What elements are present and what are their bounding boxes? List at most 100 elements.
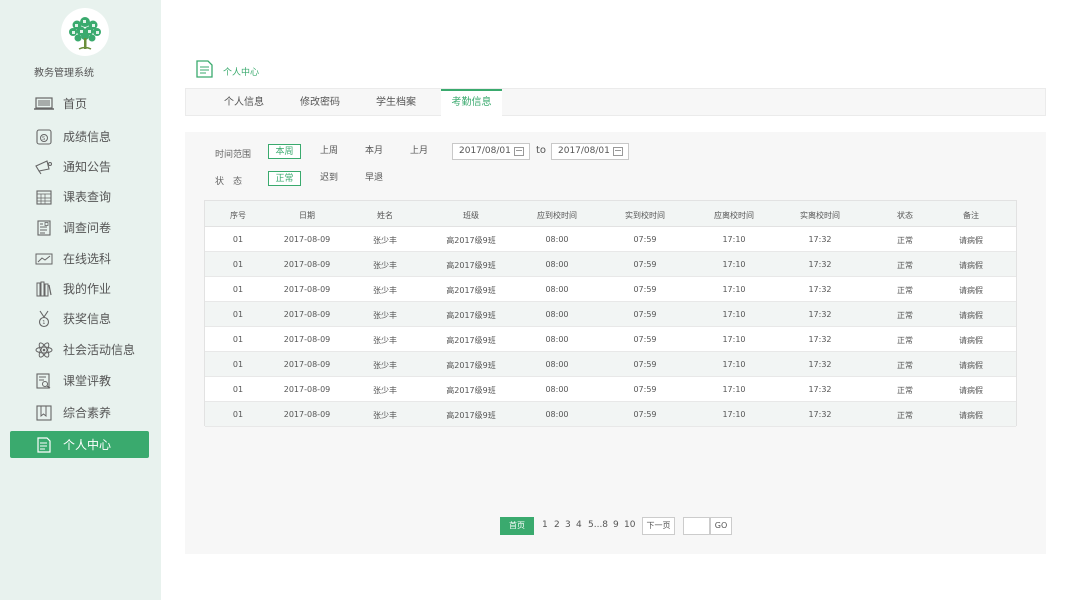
- tab-bar: 个人信息 修改密码 学生档案 考勤信息: [185, 88, 1046, 116]
- sidebar-item-timetable[interactable]: 课表查询: [10, 183, 149, 210]
- table-cell: 张少丰: [373, 286, 397, 295]
- calendar-icon[interactable]: [613, 147, 623, 156]
- time-option-this-week[interactable]: 本周: [268, 144, 301, 159]
- sidebar-item-home[interactable]: 首页: [10, 90, 149, 117]
- table-cell: 请病假: [959, 261, 983, 270]
- table-cell: 请病假: [959, 236, 983, 245]
- table-cell: 08:00: [545, 385, 569, 394]
- attendance-table: 序号 日期 姓名 班级 应到校时间 实到校时间 应离校时间 实离校时间 状态 备注 01 2017-…: [204, 200, 1017, 427]
- table-cell: 17:32: [808, 360, 832, 369]
- sidebar-item-label: 个人中心: [63, 438, 112, 452]
- sidebar-item-teaching-evaluation[interactable]: 课堂评教: [10, 367, 149, 394]
- table-cell: 08:00: [545, 260, 569, 269]
- table-row: 01 2017-08-09 张少丰 高2017级9班 08:00 07:59 17:10 17…: [205, 227, 1016, 252]
- table-cell: 01: [232, 235, 244, 244]
- table-cell: 01: [232, 310, 244, 319]
- table-cell: 高2017级9班: [446, 361, 496, 370]
- atom-icon: [34, 340, 54, 360]
- pagination-page[interactable]: 2: [554, 520, 560, 530]
- status-option-late[interactable]: 迟到: [315, 171, 343, 186]
- column-header: 序号: [230, 211, 246, 220]
- table-row: 01 2017-08-09 张少丰 高2017级9班 08:00 07:59 17:10 17…: [205, 402, 1016, 427]
- table-cell: 07:59: [633, 385, 657, 394]
- sidebar-item-notices[interactable]: 通知公告: [10, 153, 149, 180]
- pagination-first-button[interactable]: 首页: [500, 517, 534, 535]
- page-jump-input[interactable]: [683, 517, 710, 535]
- sidebar-item-comprehensive-quality[interactable]: 综合素养: [10, 399, 149, 426]
- table-cell: 2017-08-09: [283, 335, 331, 344]
- table-cell: 07:59: [633, 260, 657, 269]
- time-option-last-week[interactable]: 上周: [315, 144, 343, 159]
- table-cell: 请病假: [959, 336, 983, 345]
- sidebar-item-label: 综合素养: [63, 406, 112, 420]
- table-cell: 请病假: [959, 311, 983, 320]
- table-cell: 07:59: [633, 410, 657, 419]
- pagination-next-button[interactable]: 下一页: [642, 517, 675, 535]
- pagination-page[interactable]: 4: [576, 520, 582, 530]
- column-header: 实到校时间: [625, 211, 665, 220]
- svg-text:1: 1: [42, 320, 45, 326]
- sidebar-item-social-activities[interactable]: 社会活动信息: [10, 336, 149, 363]
- status-option-normal[interactable]: 正常: [268, 171, 301, 186]
- calendar-icon[interactable]: [514, 147, 524, 156]
- table-cell: 17:10: [722, 335, 746, 344]
- table-cell: 正常: [897, 236, 913, 245]
- table-cell: 2017-08-09: [283, 360, 331, 369]
- pagination-page[interactable]: 1: [542, 520, 548, 530]
- sidebar-item-survey[interactable]: 调查问卷: [10, 214, 149, 241]
- pagination-page[interactable]: 10: [624, 520, 635, 530]
- table-row: 01 2017-08-09 张少丰 高2017级9班 08:00 07:59 17:10 17…: [205, 377, 1016, 402]
- tab-student-archive[interactable]: 学生档案: [368, 89, 424, 116]
- table-cell: 2017-08-09: [283, 260, 331, 269]
- table-cell: 张少丰: [373, 261, 397, 270]
- table-row: 01 2017-08-09 张少丰 高2017级9班 08:00 07:59 17:10 17…: [205, 352, 1016, 377]
- table-cell: 张少丰: [373, 411, 397, 420]
- table-cell: 正常: [897, 411, 913, 420]
- table-cell: 17:32: [808, 260, 832, 269]
- tab-attendance[interactable]: 考勤信息: [441, 89, 502, 116]
- table-row: 01 2017-08-09 张少丰 高2017级9班 08:00 07:59 17:10 17…: [205, 327, 1016, 352]
- pagination-page[interactable]: 3: [565, 520, 571, 530]
- sidebar-item-course-selection[interactable]: 在线选科: [10, 245, 149, 272]
- table-cell: 17:10: [722, 385, 746, 394]
- column-header: 应离校时间: [714, 211, 754, 220]
- score-icon: S: [34, 127, 54, 147]
- tab-personal-info[interactable]: 个人信息: [216, 89, 272, 116]
- breadcrumb-label: 个人中心: [223, 67, 260, 78]
- sidebar-item-awards[interactable]: 1 获奖信息: [10, 305, 149, 332]
- table-cell: 07:59: [633, 335, 657, 344]
- pagination-page[interactable]: 9: [613, 520, 619, 530]
- page-jump-go-button[interactable]: GO: [710, 517, 732, 535]
- table-cell: 2017-08-09: [283, 385, 331, 394]
- pagination-page[interactable]: 5...8: [588, 520, 608, 530]
- date-from-value: 2017/08/01: [459, 146, 511, 156]
- sidebar-item-label: 首页: [63, 97, 88, 111]
- sidebar-item-label: 社会活动信息: [63, 343, 136, 357]
- column-header: 备注: [963, 211, 979, 220]
- table-cell: 17:32: [808, 385, 832, 394]
- table-cell: 2017-08-09: [283, 285, 331, 294]
- table-cell: 请病假: [959, 361, 983, 370]
- status-option-early-leave[interactable]: 早退: [360, 171, 388, 186]
- books-icon: [34, 279, 54, 299]
- table-cell: 正常: [897, 361, 913, 370]
- status-label: 状 态: [215, 177, 243, 187]
- table-cell: 请病假: [959, 286, 983, 295]
- calendar-icon: [34, 187, 54, 207]
- table-cell: 高2017级9班: [446, 386, 496, 395]
- date-to-field[interactable]: 2017/08/01: [551, 143, 629, 160]
- table-row: 01 2017-08-09 张少丰 高2017级9班 08:00 07:59 17:10 17…: [205, 252, 1016, 277]
- column-header: 班级: [463, 211, 479, 220]
- table-cell: 高2017级9班: [446, 411, 496, 420]
- table-cell: 正常: [897, 336, 913, 345]
- table-cell: 08:00: [545, 410, 569, 419]
- date-from-field[interactable]: 2017/08/01: [452, 143, 530, 160]
- table-cell: 17:32: [808, 235, 832, 244]
- column-header: 状态: [897, 211, 913, 220]
- sidebar-item-personal-center[interactable]: 个人中心: [10, 431, 149, 458]
- time-option-this-month[interactable]: 本月: [360, 144, 388, 159]
- time-option-last-month[interactable]: 上月: [405, 144, 433, 159]
- tab-change-password[interactable]: 修改密码: [292, 89, 348, 116]
- sidebar-item-homework[interactable]: 我的作业: [10, 275, 149, 302]
- sidebar-item-scores[interactable]: S 成绩信息: [10, 123, 149, 150]
